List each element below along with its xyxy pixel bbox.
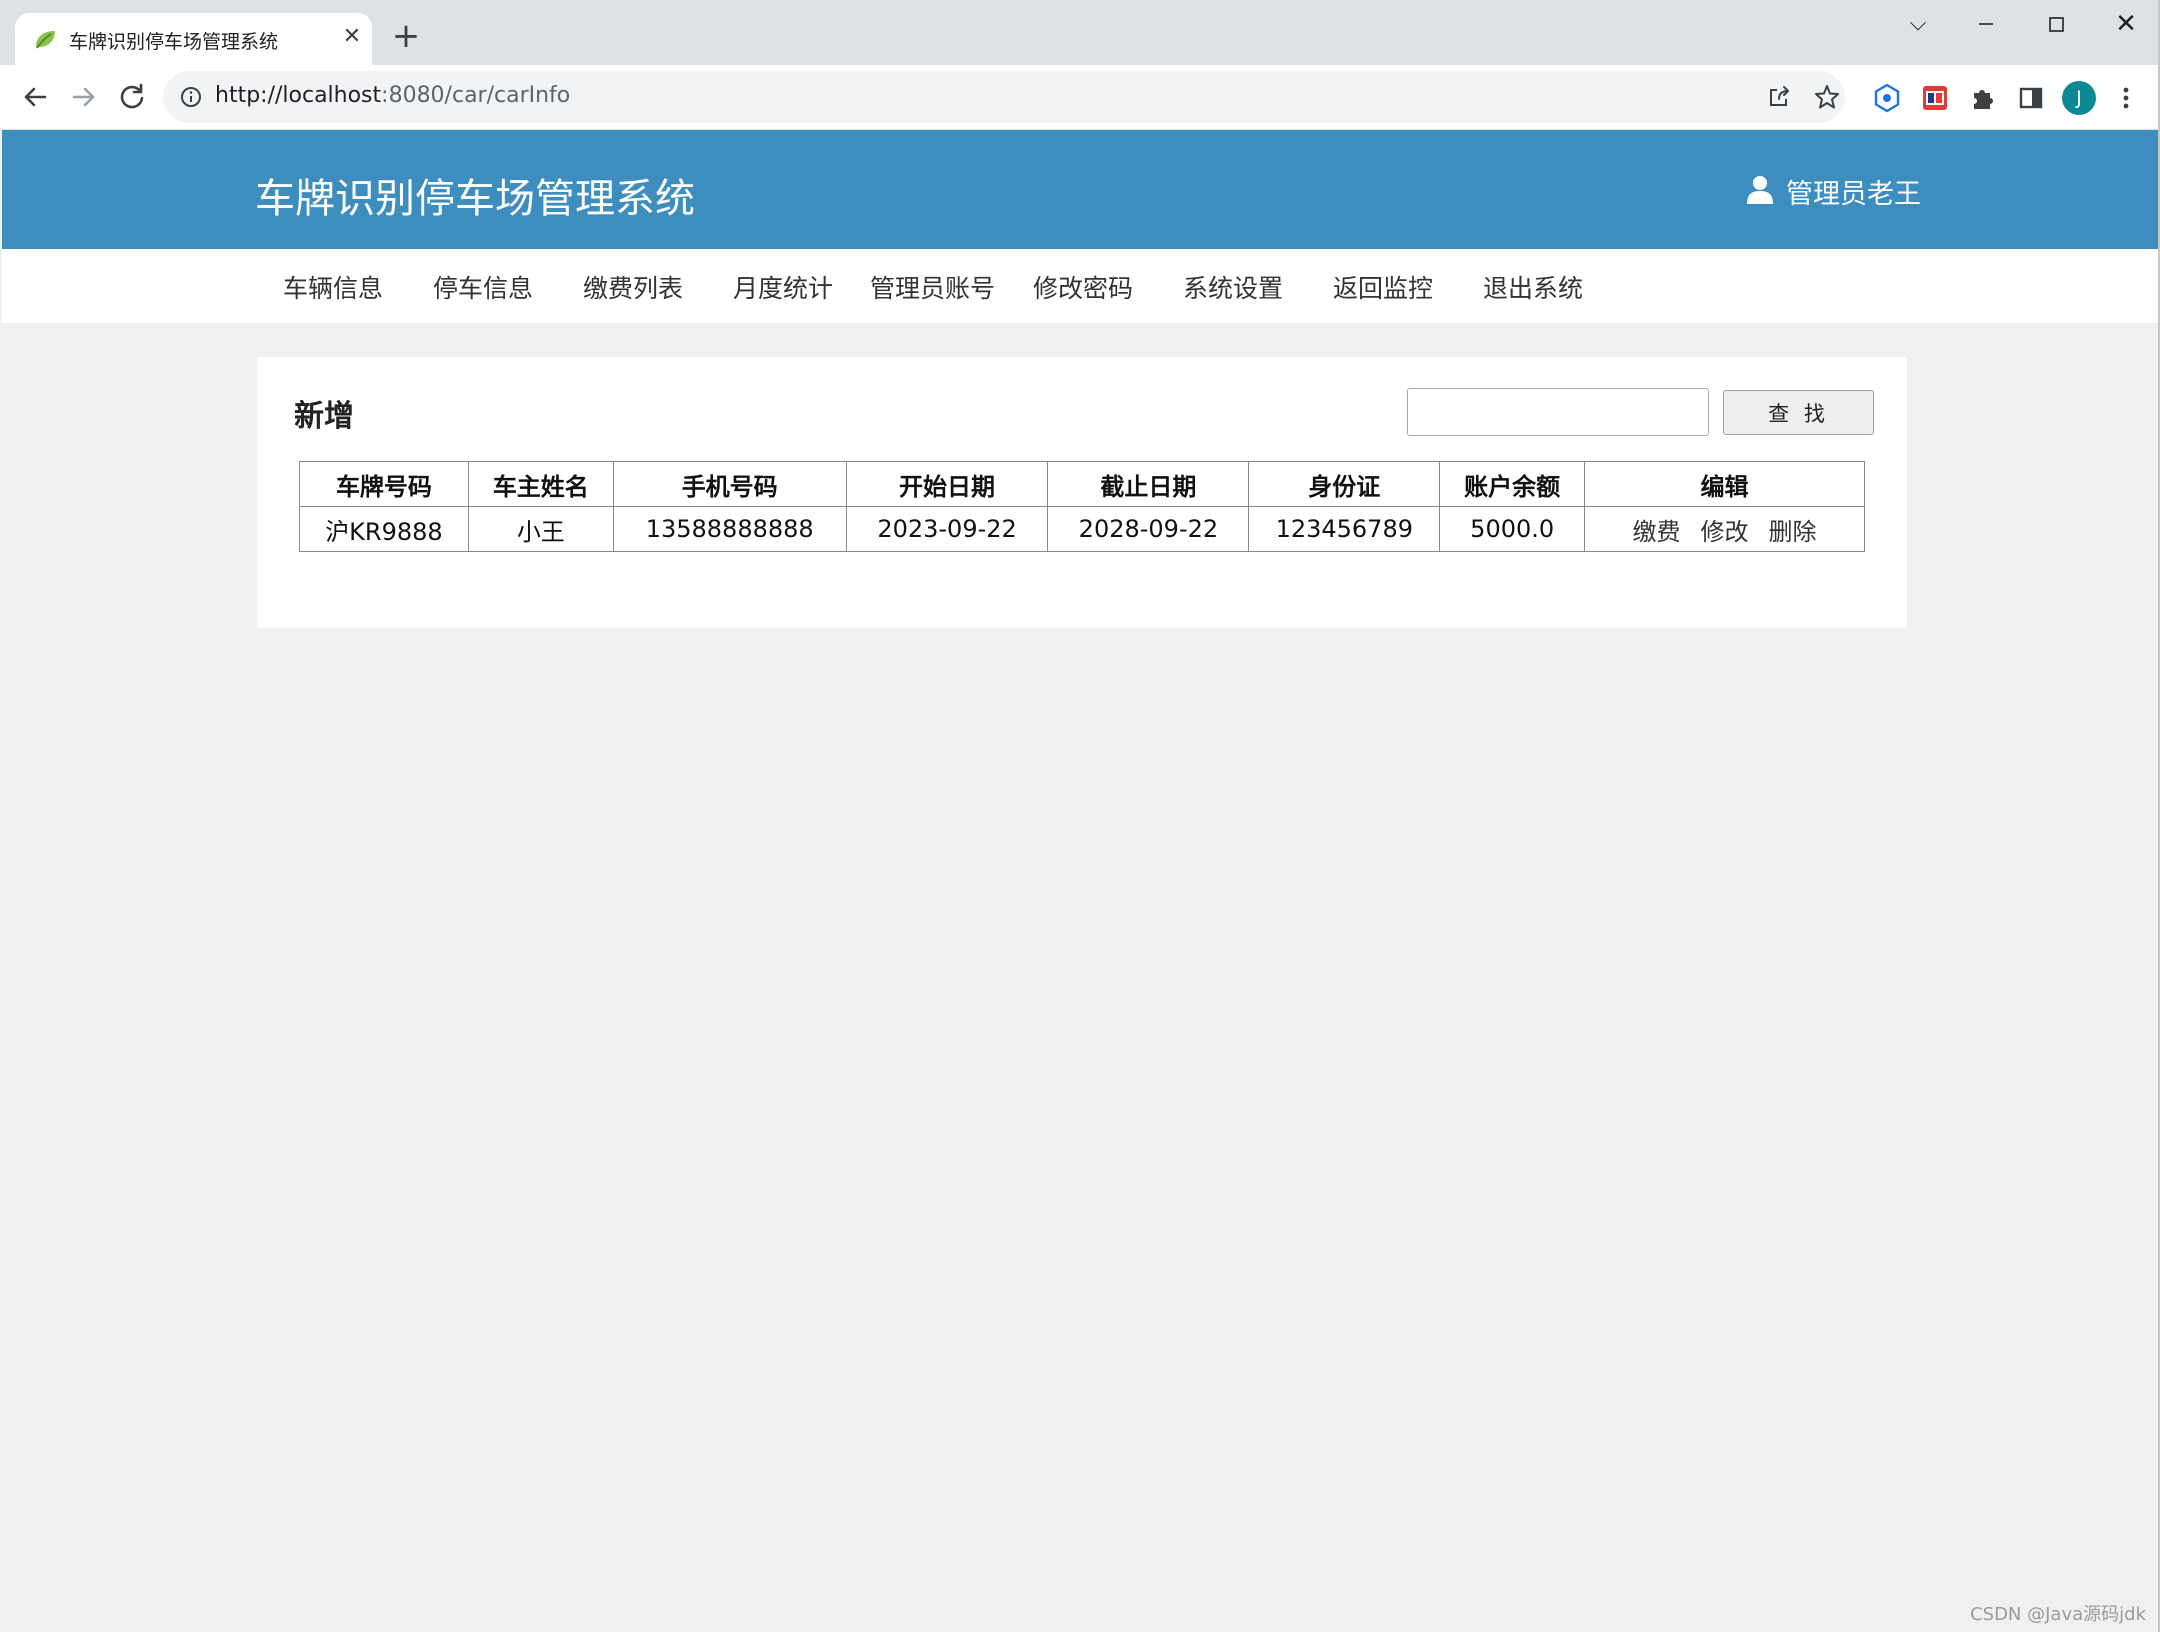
nav-admin-accounts[interactable]: 管理员账号 xyxy=(870,269,995,305)
table-header-row: 车牌号码 车主姓名 手机号码 开始日期 截止日期 身份证 账户余额 编辑 xyxy=(299,461,1865,507)
table-row: 沪KR9888 小王 13588888888 2023-09-22 2028-0… xyxy=(299,506,1865,552)
cell-start-date: 2023-09-22 xyxy=(845,506,1049,552)
forward-arrow-icon[interactable] xyxy=(66,79,102,115)
hexagon-extension-icon[interactable] xyxy=(1870,81,1904,115)
side-panel-icon[interactable] xyxy=(2014,81,2048,115)
minimize-button[interactable] xyxy=(1964,8,2008,40)
cell-balance: 5000.0 xyxy=(1439,506,1586,552)
url-text[interactable]: http://localhost:8080/car/carInfo xyxy=(215,83,570,108)
reload-icon[interactable] xyxy=(114,79,150,115)
tab-close-icon[interactable]: ✕ xyxy=(338,23,366,51)
pay-link[interactable]: 缴费 xyxy=(1633,512,1681,547)
profile-avatar[interactable]: J xyxy=(2062,81,2096,115)
add-button[interactable]: 新增 xyxy=(294,391,354,435)
main-nav: 车辆信息 停车信息 缴费列表 月度统计 管理员账号 修改密码 系统设置 返回监控… xyxy=(2,249,2158,323)
nav-change-password[interactable]: 修改密码 xyxy=(1033,269,1133,305)
cell-plate: 沪KR9888 xyxy=(299,506,469,552)
cell-owner: 小王 xyxy=(467,506,614,552)
browser-tab-strip: 车牌识别停车场管理系统 ✕ + ⌵ ✕ xyxy=(0,0,2160,65)
edit-link[interactable]: 修改 xyxy=(1701,512,1749,547)
nav-payment-list[interactable]: 缴费列表 xyxy=(583,269,683,305)
tab-search-chevron-icon[interactable]: ⌵ xyxy=(1896,8,1940,40)
nav-logout[interactable]: 退出系统 xyxy=(1483,269,1583,305)
user-icon xyxy=(1747,176,1773,204)
maximize-icon xyxy=(2049,17,2064,32)
column-header-phone: 手机号码 xyxy=(612,461,847,507)
cell-end-date: 2028-09-22 xyxy=(1047,506,1250,552)
nav-back-to-monitor[interactable]: 返回监控 xyxy=(1333,269,1433,305)
app-header: 车牌识别停车场管理系统 管理员老王 xyxy=(2,130,2158,249)
fe-extension-icon[interactable] xyxy=(1918,81,1952,115)
app-title: 车牌识别停车场管理系统 xyxy=(255,176,695,222)
vehicle-table: 车牌号码 车主姓名 手机号码 开始日期 截止日期 身份证 账户余额 编辑 沪KR… xyxy=(299,461,1865,552)
address-bar[interactable]: http://localhost:8080/car/carInfo xyxy=(163,71,1845,123)
content-card: 新增 查 找 车牌号码 车主姓名 手机号码 开始日期 截止日期 身份证 账户余额… xyxy=(257,357,1907,628)
url-host: http://localhost xyxy=(215,83,382,108)
nav-monthly-stats[interactable]: 月度统计 xyxy=(733,269,833,305)
minimize-icon xyxy=(1979,23,1993,25)
search-button[interactable]: 查 找 xyxy=(1723,390,1874,435)
kebab-menu-icon[interactable] xyxy=(2116,81,2136,115)
star-icon[interactable] xyxy=(1813,83,1841,111)
cell-id-card: 123456789 xyxy=(1248,506,1441,552)
leaf-icon xyxy=(36,31,55,49)
url-path: :8080/car/carInfo xyxy=(381,83,571,108)
column-header-edit: 编辑 xyxy=(1584,461,1865,507)
column-header-plate: 车牌号码 xyxy=(299,461,469,507)
browser-tab-active[interactable]: 车牌识别停车场管理系统 ✕ xyxy=(15,13,372,65)
nav-vehicle-info[interactable]: 车辆信息 xyxy=(283,269,383,305)
page-body: 车牌识别停车场管理系统 管理员老王 车辆信息 停车信息 缴费列表 月度统计 管理… xyxy=(2,130,2158,1629)
nav-system-settings[interactable]: 系统设置 xyxy=(1183,269,1283,305)
browser-toolbar: http://localhost:8080/car/carInfo J xyxy=(0,65,2160,130)
column-header-owner: 车主姓名 xyxy=(467,461,614,507)
column-header-end-date: 截止日期 xyxy=(1047,461,1250,507)
column-header-balance: 账户余额 xyxy=(1439,461,1586,507)
nav-parking-info[interactable]: 停车信息 xyxy=(433,269,533,305)
cell-phone: 13588888888 xyxy=(612,506,847,552)
user-name: 管理员老王 xyxy=(1786,179,1921,210)
tab-title: 车牌识别停车场管理系统 xyxy=(69,31,279,53)
back-arrow-icon[interactable] xyxy=(17,79,53,115)
search-input[interactable] xyxy=(1407,388,1709,436)
column-header-start-date: 开始日期 xyxy=(845,461,1049,507)
delete-link[interactable]: 删除 xyxy=(1769,512,1817,547)
window-close-icon[interactable]: ✕ xyxy=(2104,8,2148,40)
watermark: CSDN @Java源码jdk xyxy=(1970,1604,2146,1625)
info-icon[interactable] xyxy=(179,85,203,109)
new-tab-button[interactable]: + xyxy=(390,19,422,53)
column-header-id-card: 身份证 xyxy=(1248,461,1441,507)
share-icon[interactable] xyxy=(1765,83,1793,111)
cell-actions: 缴费 修改 删除 xyxy=(1584,506,1865,552)
maximize-button[interactable] xyxy=(2034,8,2078,40)
puzzle-icon[interactable] xyxy=(1966,81,2000,115)
